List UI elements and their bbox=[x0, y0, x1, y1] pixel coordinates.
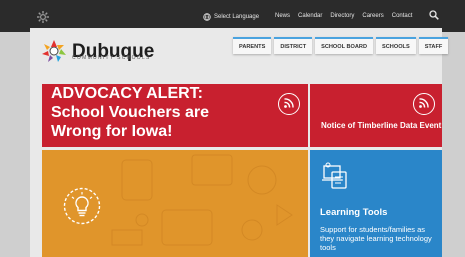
timberline-notice-title: Notice of Timberline Data Event bbox=[321, 121, 442, 130]
nav-school-board[interactable]: SCHOOL BOARD bbox=[315, 37, 374, 54]
lightbulb-icon bbox=[63, 187, 101, 225]
learning-tools-title: Learning Tools bbox=[320, 207, 388, 218]
utility-nav: News Calendar Directory Careers Contact bbox=[275, 13, 412, 19]
advocacy-alert-title: ADVOCACY ALERT: School Vouchers are Wron… bbox=[51, 85, 209, 140]
utility-link-contact[interactable]: Contact bbox=[392, 13, 413, 19]
utility-link-careers[interactable]: Careers bbox=[362, 13, 383, 19]
search-icon[interactable] bbox=[429, 10, 439, 20]
select-language-control[interactable]: Select Language bbox=[203, 13, 259, 21]
nav-staff[interactable]: STAFF bbox=[418, 37, 449, 54]
rss-icon[interactable] bbox=[278, 93, 300, 115]
utility-link-news[interactable]: News bbox=[275, 13, 290, 19]
feature-card-orange[interactable] bbox=[42, 150, 308, 257]
main-nav: PARENTS DISTRICT SCHOOL BOARD SCHOOLS ST… bbox=[233, 37, 449, 54]
nav-schools[interactable]: SCHOOLS bbox=[376, 37, 416, 54]
logo-mark-icon bbox=[42, 40, 66, 62]
utility-link-calendar[interactable]: Calendar bbox=[298, 13, 322, 19]
nav-district[interactable]: DISTRICT bbox=[274, 37, 313, 54]
learning-tools-card[interactable]: Learning Tools Support for students/fami… bbox=[310, 150, 442, 257]
rss-icon[interactable] bbox=[413, 93, 435, 115]
learning-tools-description: Support for students/families as they na… bbox=[320, 225, 432, 252]
logo-subtitle: COMMUNITY SCHOOLS bbox=[72, 55, 151, 61]
utility-link-directory[interactable]: Directory bbox=[330, 13, 354, 19]
nav-parents[interactable]: PARENTS bbox=[233, 37, 272, 54]
advocacy-alert-card[interactable]: ADVOCACY ALERT: School Vouchers are Wron… bbox=[42, 84, 308, 147]
timberline-notice-card[interactable]: Notice of Timberline Data Event bbox=[310, 84, 442, 147]
district-emblem-icon[interactable] bbox=[36, 10, 50, 24]
learning-tools-icon bbox=[320, 162, 350, 190]
select-language-label: Select Language bbox=[214, 14, 260, 20]
globe-icon bbox=[203, 13, 211, 21]
